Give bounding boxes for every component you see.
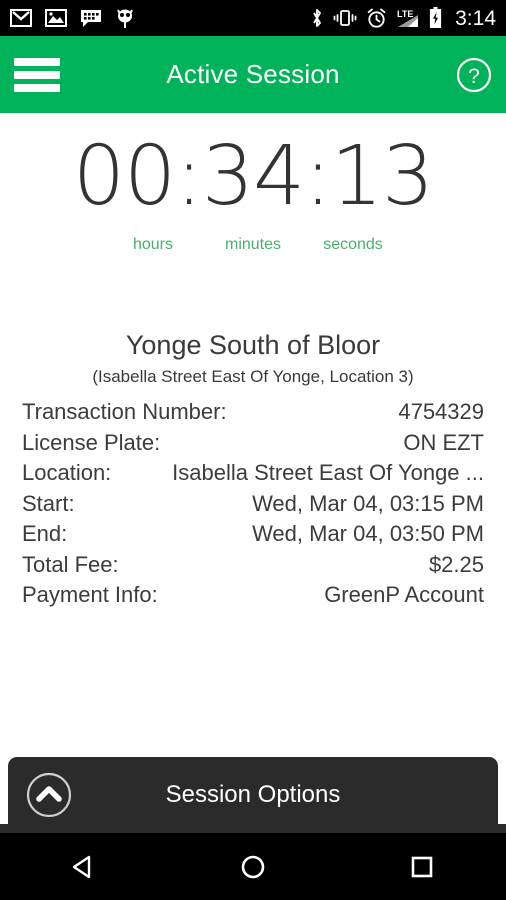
table-row: Start: Wed, Mar 04, 03:15 PM — [22, 491, 484, 522]
table-row: Total Fee: $2.25 — [22, 552, 484, 583]
recents-square-icon[interactable] — [337, 833, 506, 900]
detail-value: Wed, Mar 04, 03:50 PM — [252, 521, 484, 546]
timer-label-hours: hours — [132, 236, 174, 253]
hamburger-menu-icon[interactable] — [14, 57, 60, 92]
svg-text:?: ? — [468, 65, 480, 88]
timer-label-seconds: seconds — [323, 236, 383, 253]
android-nav-bar — [0, 833, 506, 900]
chevron-up-circle-icon[interactable] — [25, 771, 73, 819]
detail-label: Transaction Number: — [22, 399, 227, 424]
status-bar-system-icons: LTE 3:14 — [310, 7, 496, 29]
battery-charging-icon — [430, 7, 442, 28]
home-circle-icon[interactable] — [169, 833, 338, 900]
session-details-list: Transaction Number: 4754329 License Plat… — [22, 399, 484, 613]
location-name: Yonge South of Bloor — [125, 330, 381, 360]
detail-value: ON EZT — [403, 429, 484, 455]
detail-label: Total Fee: — [22, 551, 119, 577]
table-row: License Plate: ON EZT — [22, 430, 484, 461]
gmail-icon — [10, 9, 32, 27]
detail-value: 4754329 — [398, 399, 484, 424]
timer-label-minutes: minutes — [224, 236, 282, 253]
owl-app-icon — [117, 9, 133, 28]
detail-label: Location: — [22, 460, 112, 485]
table-row: Payment Info: GreenP Account — [22, 582, 484, 613]
help-circle-icon[interactable]: ? — [456, 57, 492, 93]
detail-label: Payment Info: — [22, 582, 158, 607]
timer-display: 00:34:13 — [72, 129, 434, 224]
back-triangle-icon[interactable] — [0, 833, 169, 900]
session-options-label: Session Options — [165, 780, 341, 808]
table-row: Transaction Number: 4754329 — [22, 399, 484, 430]
session-timer: 00:34:13 hours minutes seconds — [0, 136, 506, 254]
status-bar-notification-icons — [10, 7, 135, 29]
alarm-icon — [367, 8, 386, 28]
svg-text:LTE: LTE — [397, 9, 413, 19]
bbm-message-icon — [81, 9, 101, 27]
location-heading: Yonge South of Bloor (Isabella Street Ea… — [0, 330, 506, 387]
bluetooth-icon — [313, 9, 322, 27]
hamburger-bar — [14, 70, 60, 79]
hamburger-bar — [14, 57, 60, 66]
session-options-bar[interactable]: Session Options — [8, 757, 498, 832]
detail-value: $2.25 — [428, 551, 484, 577]
gallery-icon — [45, 9, 67, 27]
status-bar: LTE 3:14 — [0, 0, 506, 36]
table-row: Location: Isabella Street East Of Yonge … — [22, 460, 484, 491]
table-row: End: Wed, Mar 04, 03:50 PM — [22, 521, 484, 552]
detail-value: GreenP Account — [324, 582, 484, 607]
detail-value: Wed, Mar 04, 03:15 PM — [252, 490, 484, 516]
status-bar-clock: 3:14 — [455, 6, 496, 30]
timer-unit-labels: hours minutes seconds — [0, 236, 506, 254]
detail-value: Isabella Street East Of Yonge ... — [172, 460, 484, 485]
detail-label: Start: — [22, 490, 75, 516]
app-bar: Active Session ? — [0, 36, 506, 113]
detail-label: End: — [22, 521, 68, 546]
page-title: Active Session — [166, 59, 340, 89]
lte-signal-icon: LTE — [397, 9, 419, 27]
phone-screen: LTE 3:14 Active Session ? 00:34:13 hours… — [0, 0, 506, 900]
vibrate-icon — [333, 10, 357, 26]
hamburger-bar — [14, 83, 60, 92]
detail-label: License Plate: — [22, 429, 161, 455]
location-subtitle: (Isabella Street East Of Yonge, Location… — [92, 367, 414, 386]
